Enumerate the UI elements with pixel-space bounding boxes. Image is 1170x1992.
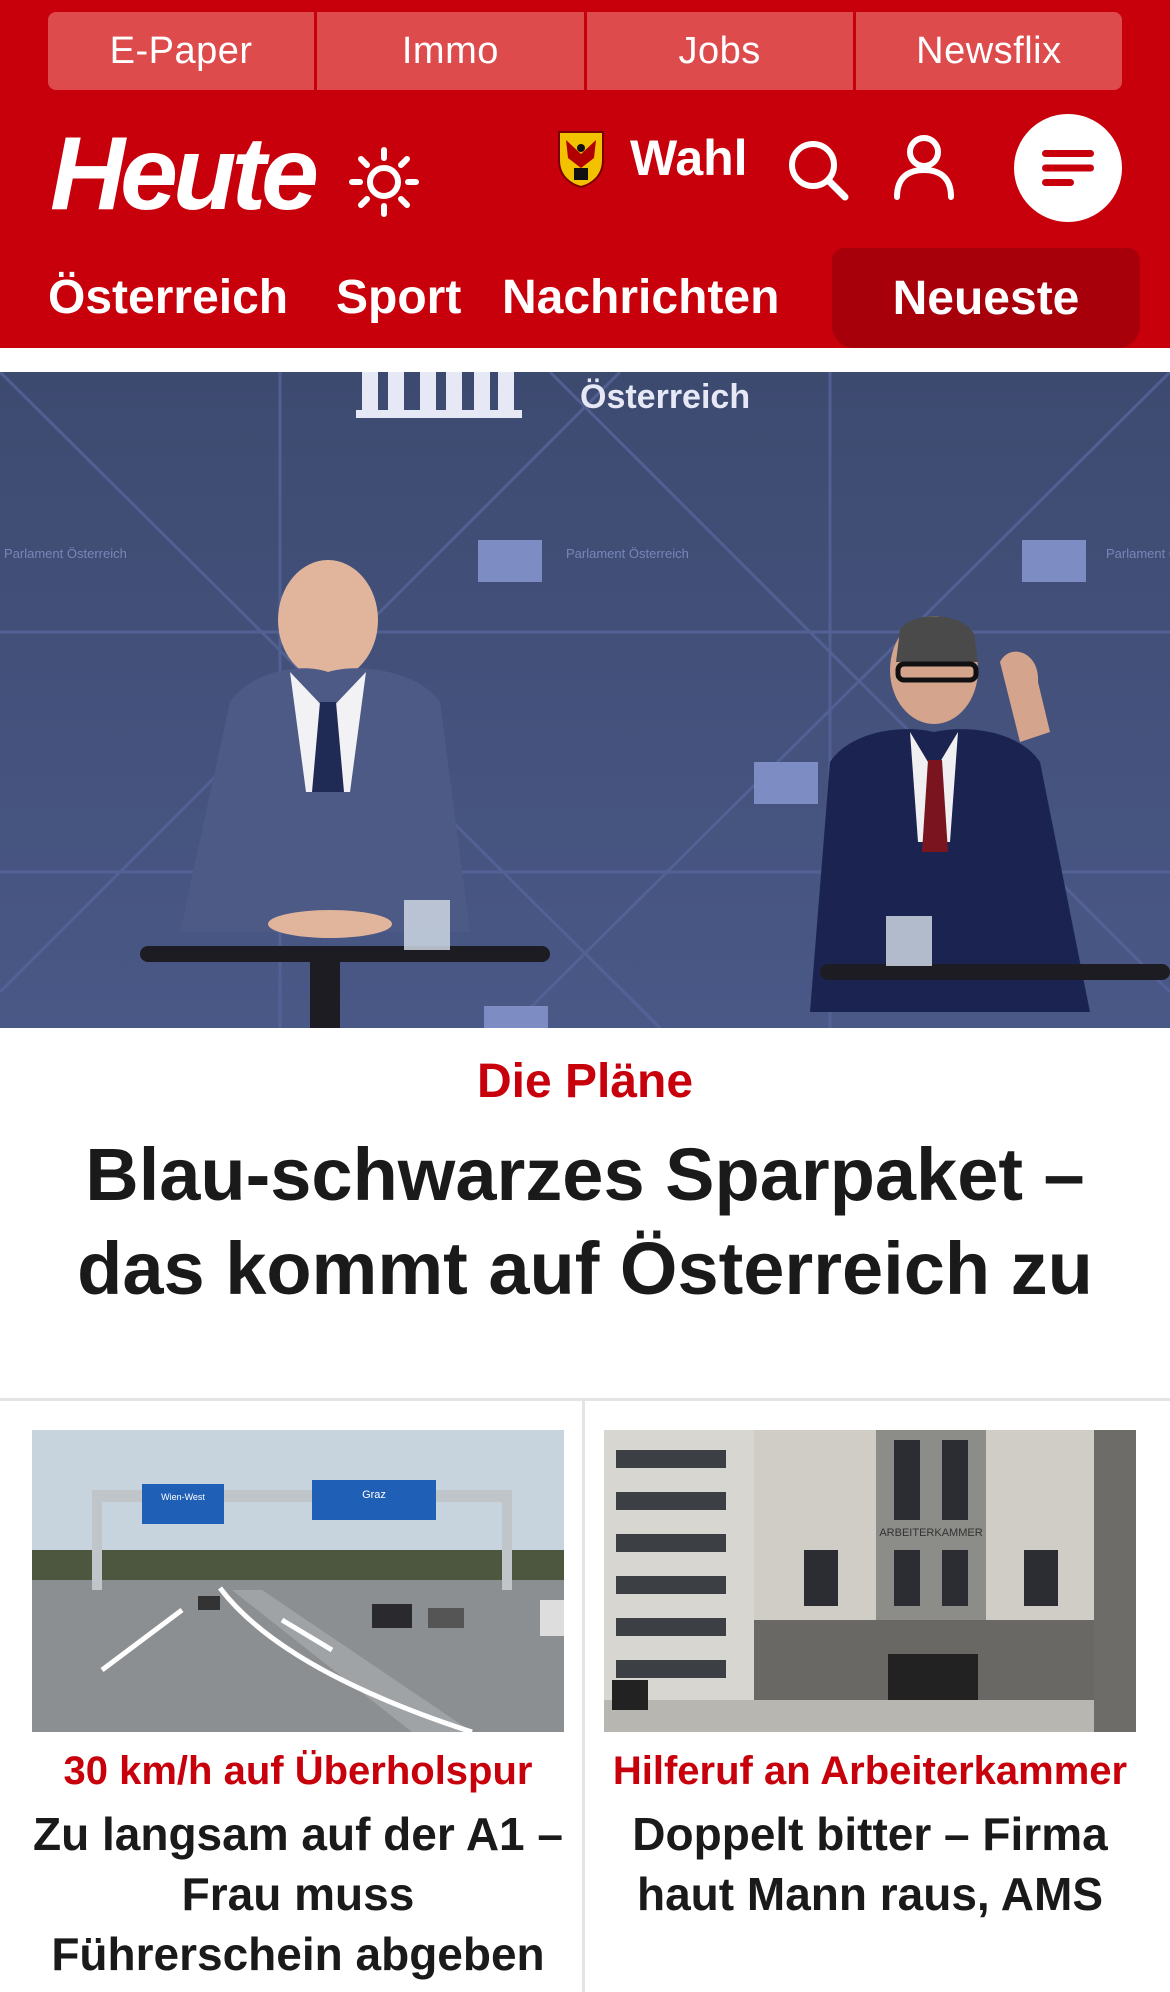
site-header: E-Paper Immo Jobs Newsflix Heute Wahl Ös… [0,0,1170,348]
nav-item-oesterreich[interactable]: Österreich [48,270,288,325]
sun-icon[interactable] [348,146,420,218]
nav-item-sport[interactable]: Sport [336,270,461,325]
menu-button[interactable] [1014,114,1122,222]
building-sign: ARBEITERKAMMER [879,1527,982,1539]
road-sign-text: Wien-West [161,1492,205,1502]
article-image-building[interactable]: ARBEITERKAMMER [604,1430,1136,1732]
coat-of-arms-icon [558,131,604,188]
backdrop-caption: Parlament Österreich [4,546,127,561]
search-icon[interactable] [786,138,850,202]
site-logo[interactable]: Heute [50,122,319,226]
election-link[interactable]: Wahl [556,128,748,188]
article-title[interactable]: Zu langsam auf der A1 – Frau muss Führer… [32,1804,564,1984]
user-icon[interactable] [892,134,956,200]
section-divider [0,1398,1170,1401]
column-divider [582,1400,585,1992]
nav-item-nachrichten[interactable]: Nachrichten [502,270,779,325]
topbar-link-jobs[interactable]: Jobs [586,12,856,90]
article-kicker[interactable]: 30 km/h auf Überholspur [32,1742,564,1800]
article-image-highway[interactable]: Wien-West Graz [32,1430,564,1732]
topbar-link-epaper[interactable]: E-Paper [48,12,318,90]
hero-image[interactable]: Österreich Parlament Österreich Parlamen… [0,372,1170,1028]
article-card[interactable]: ARBEITERKAMMER Hilferuf an Arbeiterkamme… [604,1430,1136,1924]
nav-item-neueste[interactable]: Neueste [832,248,1140,348]
article-title[interactable]: Doppelt bitter – Firma haut Mann raus, A… [604,1804,1136,1924]
election-label: Wahl [630,130,748,186]
lead-headline[interactable]: Blau-schwarzes Sparpaket – das kommt auf… [20,1128,1150,1316]
backdrop-text: Österreich [580,378,750,416]
article-kicker[interactable]: Hilferuf an Arbeiterkammer [604,1742,1136,1800]
menu-icon [1042,150,1094,186]
topbar-link-immo[interactable]: Immo [317,12,587,90]
backdrop-caption: Parlament Österreich [566,546,689,561]
lead-kicker[interactable]: Die Pläne [0,1054,1170,1109]
topbar-link-newsflix[interactable]: Newsflix [855,12,1122,90]
top-service-bar: E-Paper Immo Jobs Newsflix [48,12,1122,90]
backdrop-caption: Parlament Österreich [1106,546,1170,561]
road-sign-text: Graz [362,1489,386,1501]
article-card[interactable]: Wien-West Graz 30 km/h auf Überholspur Z… [32,1430,564,1984]
